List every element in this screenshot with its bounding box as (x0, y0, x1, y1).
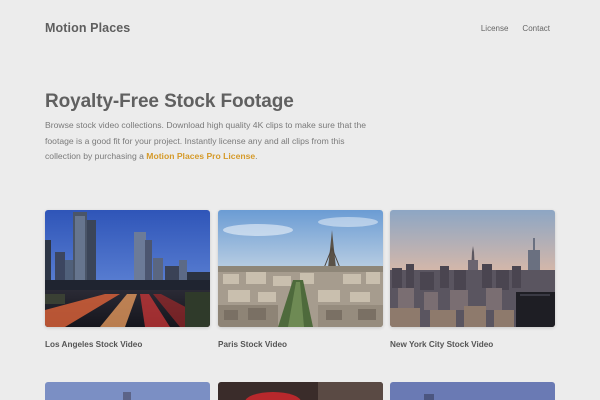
new-york-city-thumbnail[interactable] (390, 210, 555, 327)
los-angeles-image (45, 210, 210, 327)
collection-card-new-york-city[interactable]: New York City Stock Video (390, 210, 555, 349)
partial-thumbnail-image (390, 382, 555, 400)
collection-title[interactable]: Paris Stock Video (218, 340, 383, 349)
collection-card-partial[interactable] (390, 382, 555, 400)
main-nav: License Contact (481, 24, 550, 33)
nav-license-link[interactable]: License (481, 24, 509, 33)
collection-card-partial[interactable] (218, 382, 383, 400)
description-end: . (255, 151, 258, 161)
paris-thumbnail[interactable] (218, 210, 383, 327)
partial-thumbnail-image (218, 382, 383, 400)
collection-title[interactable]: New York City Stock Video (390, 340, 555, 349)
site-logo-link[interactable]: Motion Places (45, 21, 130, 35)
page-title: Royalty-Free Stock Footage (45, 91, 294, 112)
collection-card-partial[interactable] (45, 382, 210, 400)
site-header: Motion Places License Contact (45, 21, 550, 37)
collection-card-los-angeles[interactable]: Los Angeles Stock Video (45, 210, 210, 349)
pro-license-link[interactable]: Motion Places Pro License (146, 151, 255, 161)
paris-image (218, 210, 383, 327)
new-york-city-image (390, 210, 555, 327)
page-description: Browse stock video collections. Download… (45, 118, 380, 165)
collection-card-paris[interactable]: Paris Stock Video (218, 210, 383, 349)
collection-title[interactable]: Los Angeles Stock Video (45, 340, 210, 349)
nav-contact-link[interactable]: Contact (522, 24, 550, 33)
los-angeles-thumbnail[interactable] (45, 210, 210, 327)
partial-thumbnail-image (45, 382, 210, 400)
